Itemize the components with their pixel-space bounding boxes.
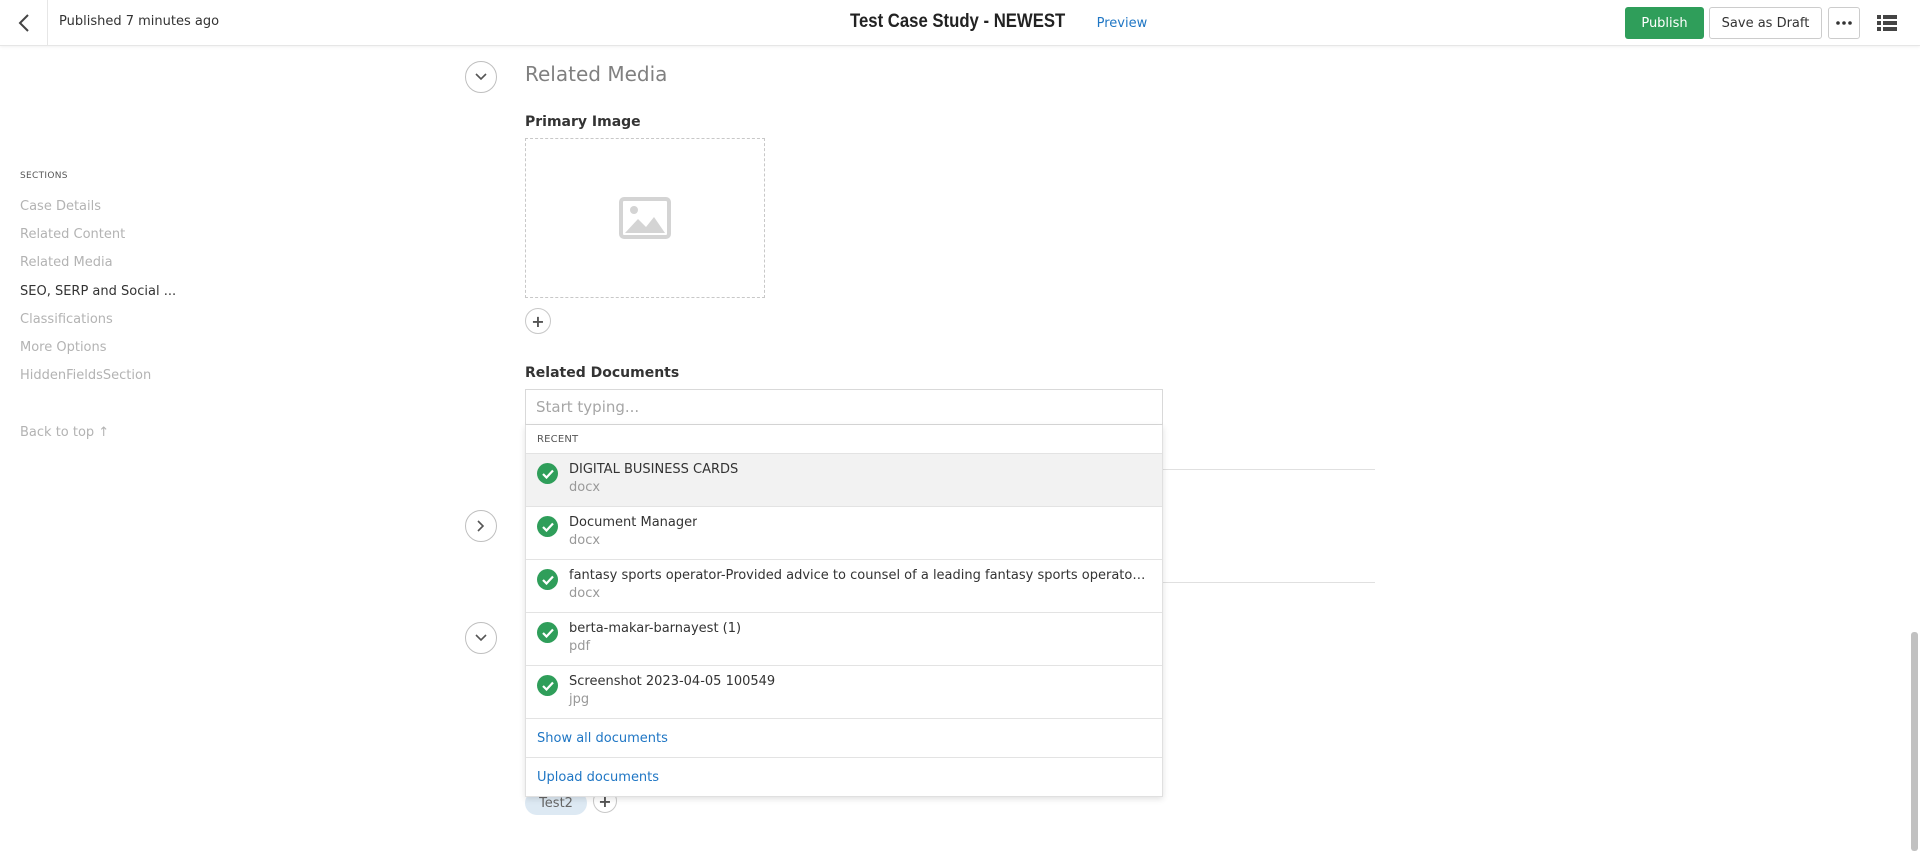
top-bar: Published 7 minutes ago Test Case Study … — [0, 0, 1920, 46]
check-icon — [537, 675, 558, 696]
sidebar-item-classifications[interactable]: Classifications — [20, 312, 113, 327]
related-documents-label: Related Documents — [525, 365, 680, 381]
list-icon — [1877, 15, 1897, 31]
more-options-button[interactable] — [1828, 7, 1860, 39]
sidebar-item-related-media[interactable]: Related Media — [20, 255, 113, 270]
chevron-down-icon — [475, 634, 487, 642]
title-group: Test Case Study - NEWEST Preview — [850, 11, 1147, 33]
page-title: Test Case Study - NEWEST — [850, 11, 1066, 32]
sidebar-item-related-content[interactable]: Related Content — [20, 227, 125, 242]
document-option[interactable]: fantasy sports operator-Provided advice … — [526, 559, 1162, 612]
sidebar-item-case-details[interactable]: Case Details — [20, 199, 101, 214]
show-all-documents-link[interactable]: Show all documents — [537, 731, 668, 746]
check-icon — [537, 569, 558, 590]
chevron-right-icon — [477, 520, 485, 532]
publish-button[interactable]: Publish — [1625, 7, 1704, 39]
check-icon — [537, 622, 558, 643]
document-name: berta-makar-barnayest (1) — [569, 621, 742, 636]
document-ext: pdf — [569, 639, 591, 654]
ellipsis-icon — [1836, 21, 1852, 25]
upload-row: Upload documents — [526, 757, 1162, 796]
sidebar-item-more-options[interactable]: More Options — [20, 340, 107, 355]
document-option[interactable]: Document Manager docx — [526, 506, 1162, 559]
document-name: fantasy sports operator-Provided advice … — [569, 568, 1149, 583]
expand-section-toggle[interactable] — [465, 510, 497, 542]
list-view-button[interactable] — [1873, 9, 1901, 37]
save-draft-button[interactable]: Save as Draft — [1709, 7, 1822, 39]
collapse-section-toggle[interactable] — [465, 622, 497, 654]
document-option[interactable]: berta-makar-barnayest (1) pdf — [526, 612, 1162, 665]
section-title: Related Media — [525, 62, 668, 86]
documents-dropdown: RECENT DIGITAL BUSINESS CARDS docx Docum… — [525, 425, 1163, 797]
sidebar-item-hidden-fields[interactable]: HiddenFieldsSection — [20, 368, 151, 383]
related-documents-search-input[interactable] — [525, 389, 1163, 425]
primary-image-dropzone[interactable] — [525, 138, 765, 298]
image-placeholder-icon — [619, 197, 671, 239]
check-icon — [537, 516, 558, 537]
upload-documents-link[interactable]: Upload documents — [537, 770, 659, 785]
document-option[interactable]: Screenshot 2023-04-05 100549 jpg — [526, 665, 1162, 718]
document-ext: docx — [569, 533, 601, 548]
chevron-down-icon — [475, 73, 487, 81]
document-name: DIGITAL BUSINESS CARDS — [569, 462, 739, 477]
primary-image-label: Primary Image — [525, 114, 641, 130]
collapse-related-media-toggle[interactable] — [465, 61, 497, 93]
add-image-button[interactable]: + — [525, 308, 551, 334]
document-name: Screenshot 2023-04-05 100549 — [569, 674, 776, 689]
sections-heading: SECTIONS — [20, 171, 68, 181]
document-ext: docx — [569, 480, 601, 495]
document-option[interactable]: DIGITAL BUSINESS CARDS docx — [526, 453, 1162, 506]
preview-link[interactable]: Preview — [1097, 16, 1148, 31]
recent-label: RECENT — [537, 434, 579, 445]
back-to-top-link[interactable]: Back to top ↑ — [20, 425, 109, 440]
published-status: Published 7 minutes ago — [59, 14, 220, 29]
plus-icon: + — [531, 311, 545, 331]
chevron-left-icon — [18, 14, 29, 32]
document-name: Document Manager — [569, 515, 698, 530]
document-ext: jpg — [569, 692, 590, 707]
divider — [1140, 582, 1375, 583]
sidebar-item-seo[interactable]: SEO, SERP and Social ... — [20, 284, 176, 299]
divider — [1140, 469, 1375, 470]
show-all-row: Show all documents — [526, 718, 1162, 757]
check-icon — [537, 463, 558, 484]
document-ext: docx — [569, 586, 601, 601]
back-button[interactable] — [0, 0, 48, 46]
scrollbar[interactable] — [1911, 632, 1918, 851]
